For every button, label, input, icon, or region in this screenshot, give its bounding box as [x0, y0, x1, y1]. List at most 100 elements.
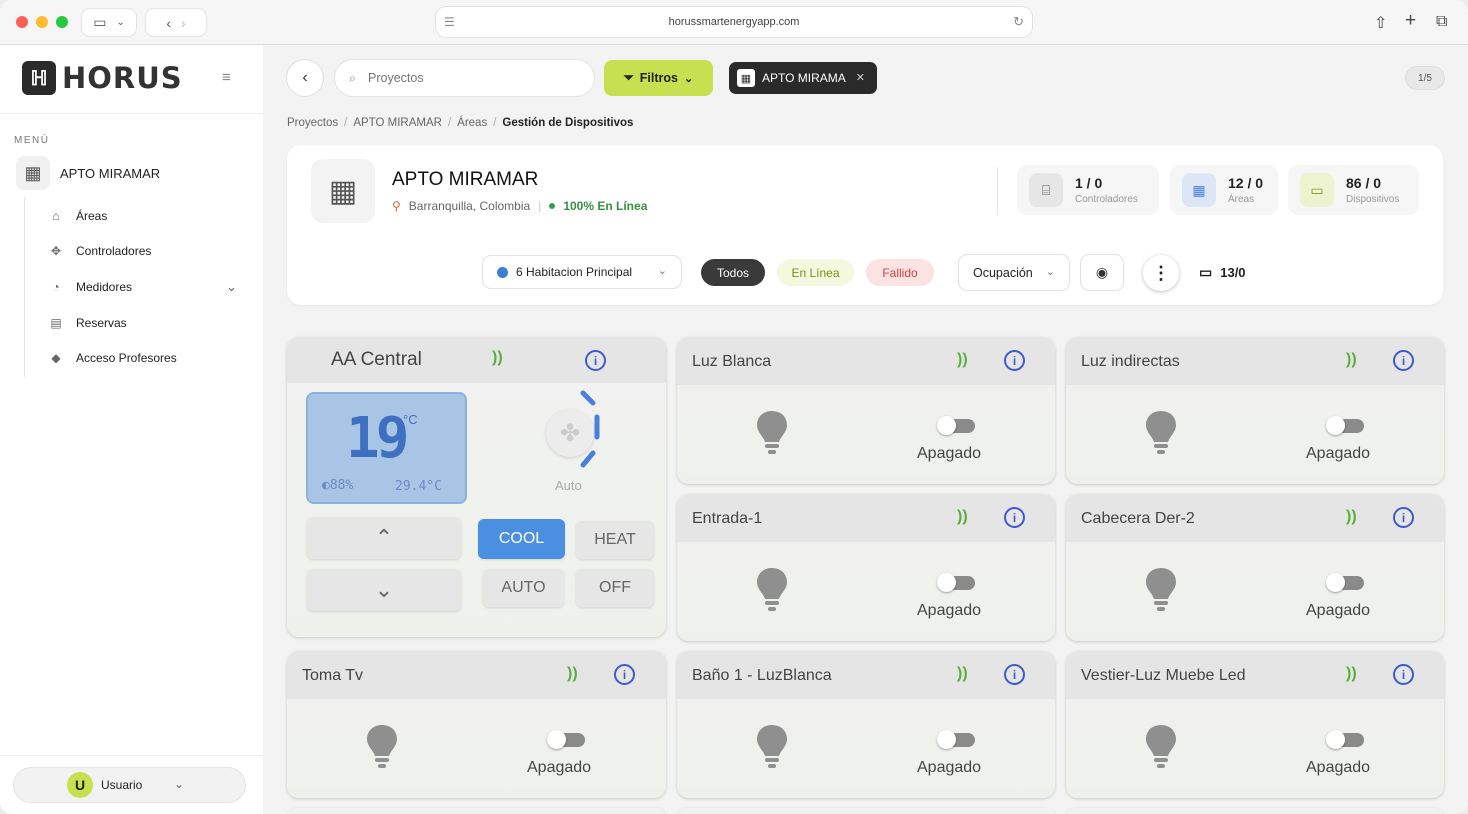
sidebar-item-acceso-profesores[interactable]: ◆ Acceso Profesores	[48, 348, 177, 368]
power-toggle[interactable]	[937, 730, 975, 749]
ac-control-card: AA Central )) i 19 °C ◐88% 29.4°C ✤ Auto…	[287, 337, 666, 637]
power-toggle[interactable]	[1326, 416, 1364, 435]
menu-label: MENÚ	[14, 135, 50, 146]
info-icon[interactable]: i	[614, 664, 635, 685]
eye-icon: ◉	[1095, 264, 1109, 280]
info-icon[interactable]: i	[1004, 664, 1025, 685]
card-title: Baño 1 - LuzBlanca	[692, 667, 832, 684]
info-icon[interactable]: i	[1004, 350, 1025, 371]
divider: |	[538, 199, 542, 213]
sidebar-project-name: APTO MIRAMAR	[60, 165, 161, 181]
device-card: Luz Blanca )) i Apagado	[677, 337, 1055, 484]
sidebar: ℍ HORUS ≡ MENÚ ▦ APTO MIRAMAR ⌂ Áreas ✥ …	[0, 45, 263, 814]
fan-mode-label: Auto	[555, 478, 582, 493]
humidity-icon: ◐	[322, 478, 330, 493]
tabs-overview-icon[interactable]: ⧉	[1436, 13, 1447, 31]
device-state: Apagado	[917, 445, 982, 462]
device-card: Baño 1 - LuzBlanca )) i Apagado	[677, 651, 1055, 798]
search-input[interactable]	[368, 71, 569, 85]
sidebar-item-medidores[interactable]: ◔ Medidores ⌄	[48, 277, 248, 297]
collapse-menu-icon[interactable]: ≡	[222, 69, 231, 86]
breadcrumb-separator: /	[344, 117, 348, 129]
info-icon[interactable]: i	[1393, 664, 1414, 685]
browser-back-icon[interactable]: ‹	[166, 15, 171, 31]
chevron-down-icon: ⌄	[657, 265, 667, 277]
maximize-window-button[interactable]	[56, 16, 68, 28]
device-state: Apagado	[917, 759, 982, 776]
divider	[0, 113, 263, 114]
close-window-button[interactable]	[16, 16, 28, 28]
info-icon[interactable]: i	[585, 350, 606, 371]
user-menu[interactable]: U Usuario ⌄	[14, 768, 245, 802]
project-chip[interactable]: ▦ APTO MIRAMA ✕	[729, 62, 877, 94]
power-toggle[interactable]	[937, 573, 975, 592]
power-toggle[interactable]	[1326, 573, 1364, 592]
divider	[0, 755, 263, 756]
browser-window: ▭ ⌄ ‹ › ☰ horussmartenergyapp.com ↻ ⇧ + ⧉ …	[0, 0, 1468, 814]
filter-todos[interactable]: Todos	[701, 259, 765, 286]
device-state: Apagado	[917, 602, 982, 619]
sidebar-item-areas[interactable]: ⌂ Áreas	[48, 206, 107, 226]
monitor-icon: ▭	[1199, 264, 1213, 280]
temp-down-button[interactable]: ⌄	[307, 569, 461, 611]
mode-heat-button[interactable]: HEAT	[576, 521, 654, 559]
sidebar-item-label: Reservas	[76, 316, 127, 330]
breadcrumb-areas[interactable]: Áreas	[457, 117, 487, 129]
visibility-button[interactable]: ◉	[1081, 255, 1123, 290]
occupancy-select[interactable]: Ocupación ⌄	[959, 255, 1069, 290]
mode-cool-button[interactable]: COOL	[478, 519, 565, 559]
page-title: APTO MIRAMAR	[392, 169, 539, 190]
sidebar-item-label: Acceso Profesores	[76, 351, 177, 365]
stat-controladores: ⌸ 1 / 0 Controladores	[1017, 165, 1159, 215]
signal-icon: ))	[567, 665, 578, 682]
breadcrumb-proyectos[interactable]: Proyectos	[287, 117, 338, 129]
temp-up-button[interactable]: ⌃	[307, 517, 461, 559]
location-pin-icon: ⚲	[392, 199, 401, 213]
stat-dispositivos: ▭ 86 / 0 Dispositivos	[1288, 165, 1419, 215]
area-select[interactable]: 6 Habitacion Principal ⌄	[483, 256, 681, 288]
filters-button[interactable]: ⏷ Filtros ⌄	[604, 60, 713, 96]
new-tab-icon[interactable]: +	[1405, 10, 1416, 32]
info-icon[interactable]: i	[1393, 507, 1414, 528]
browser-forward-icon[interactable]: ›	[181, 15, 186, 31]
card-header: Baño 1 - LuzBlanca )) i	[677, 651, 1055, 699]
stat-label: Dispositivos	[1346, 194, 1400, 205]
info-icon[interactable]: i	[1393, 350, 1414, 371]
breadcrumb: Proyectos / APTO MIRAMAR / Áreas / Gestión …	[287, 117, 633, 129]
sidebar-item-controladores[interactable]: ✥ Controladores	[48, 241, 151, 261]
power-toggle[interactable]	[1326, 730, 1364, 749]
mode-off-button[interactable]: OFF	[576, 569, 654, 607]
project-search[interactable]: ⌕	[335, 60, 594, 96]
device-card: Luz indirectas )) i Apagado	[1066, 337, 1444, 484]
more-options-button[interactable]: ⋮	[1143, 255, 1179, 291]
card-title: Cabecera Der-2	[1081, 510, 1195, 527]
mode-auto-button[interactable]: AUTO	[483, 569, 564, 607]
sidebar-project[interactable]: ▦ APTO MIRAMAR	[16, 156, 160, 190]
area-select-value: 6 Habitacion Principal	[516, 265, 633, 279]
back-button[interactable]: ‹	[287, 60, 323, 96]
power-toggle[interactable]	[937, 416, 975, 435]
share-icon[interactable]: ⇧	[1374, 13, 1387, 33]
close-icon[interactable]: ✕	[856, 71, 865, 84]
device-card	[1066, 808, 1444, 814]
breadcrumb-current: Gestión de Dispositivos	[502, 117, 634, 129]
filter-en-linea[interactable]: En Línea	[777, 259, 854, 286]
power-toggle[interactable]	[547, 730, 585, 749]
reload-icon[interactable]: ↻	[1013, 14, 1024, 30]
info-icon[interactable]: i	[1004, 507, 1025, 528]
chevron-down-icon[interactable]: ⌄	[226, 279, 237, 295]
sidebar-item-reservas[interactable]: ▤ Reservas	[48, 313, 127, 333]
device-state: Apagado	[1306, 602, 1371, 619]
page-settings-icon[interactable]: ☰	[444, 15, 455, 29]
stat-value: 86 / 0	[1346, 175, 1382, 191]
minimize-window-button[interactable]	[36, 16, 48, 28]
sidebar-toggle-button[interactable]: ▭ ⌄	[82, 9, 136, 36]
breadcrumb-apto-miramar[interactable]: APTO MIRAMAR	[353, 117, 442, 129]
areas-icon: ⌂	[52, 209, 60, 223]
address-bar[interactable]: ☰ horussmartenergyapp.com ↻	[436, 7, 1032, 37]
filter-fallido[interactable]: Fallido	[866, 259, 934, 286]
stat-label: Controladores	[1075, 194, 1138, 205]
brand-logo[interactable]: ℍ HORUS	[22, 61, 183, 95]
card-title: Vestier-Luz Muebe Led	[1081, 667, 1246, 684]
chevron-down-icon: ⌄	[116, 17, 125, 28]
